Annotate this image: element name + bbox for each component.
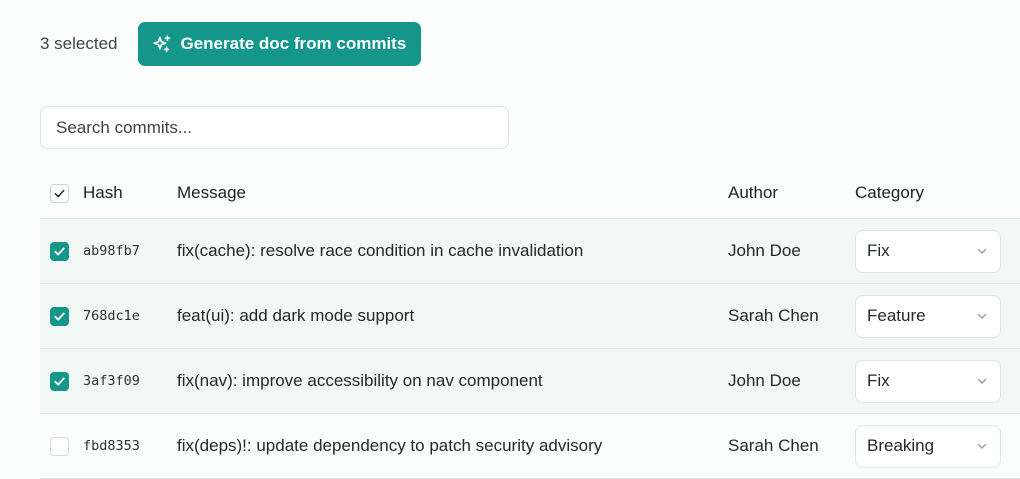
chevron-down-icon <box>977 443 987 449</box>
check-icon <box>54 189 65 197</box>
search-input[interactable] <box>40 106 509 149</box>
row-checkbox[interactable] <box>50 306 69 326</box>
commit-author: Sarah Chen <box>728 306 819 325</box>
sparkles-icon <box>152 34 172 54</box>
commit-hash: fbd8353 <box>83 438 140 454</box>
category-select[interactable]: Feature <box>855 294 1001 338</box>
row-checkbox[interactable] <box>50 436 69 456</box>
generate-doc-button[interactable]: Generate doc from commits <box>137 22 422 66</box>
category-select[interactable]: Fix <box>855 359 1001 403</box>
search-container <box>40 106 509 149</box>
table-row[interactable]: 768dc1e feat(ui): add dark mode support … <box>40 284 1020 349</box>
column-header-hash[interactable]: Hash <box>83 183 123 203</box>
row-checkbox[interactable] <box>50 241 69 261</box>
table-row[interactable]: ab98fb7 fix(cache): resolve race conditi… <box>40 219 1020 284</box>
category-value: Breaking <box>867 436 935 455</box>
column-header-author[interactable]: Author <box>728 183 778 203</box>
generate-doc-label: Generate doc from commits <box>180 34 407 53</box>
column-header-message[interactable]: Message <box>177 183 246 203</box>
chevron-down-icon <box>977 248 987 254</box>
chevron-down-icon <box>977 378 987 384</box>
commits-table: Hash Message Author Category ab98fb7 fix… <box>40 168 1020 479</box>
chevron-down-icon <box>977 313 987 319</box>
commit-message: fix(deps)!: update dependency to patch s… <box>177 436 603 455</box>
commit-message: fix(cache): resolve race condition in ca… <box>177 241 584 260</box>
check-icon <box>54 247 65 255</box>
commit-hash: 3af3f09 <box>83 373 140 389</box>
category-value: Feature <box>867 306 926 325</box>
table-header: Hash Message Author Category <box>40 168 1020 219</box>
commit-author: John Doe <box>728 371 801 390</box>
table-row[interactable]: fbd8353 fix(deps)!: update dependency to… <box>40 414 1020 479</box>
check-icon <box>54 312 65 320</box>
check-icon <box>54 377 65 385</box>
category-select[interactable]: Fix <box>855 229 1001 273</box>
column-header-category[interactable]: Category <box>855 183 924 203</box>
category-value: Fix <box>867 371 890 390</box>
commit-author: Sarah Chen <box>728 436 819 455</box>
commit-message: feat(ui): add dark mode support <box>177 306 415 325</box>
commit-hash: ab98fb7 <box>83 243 140 259</box>
row-checkbox[interactable] <box>50 371 69 391</box>
select-all-checkbox[interactable] <box>50 183 69 203</box>
table-row[interactable]: 3af3f09 fix(nav): improve accessibility … <box>40 349 1020 414</box>
selected-count: 3 selected <box>40 34 118 53</box>
commit-message: fix(nav): improve accessibility on nav c… <box>177 371 543 390</box>
commit-author: John Doe <box>728 241 801 260</box>
toolbar: 3 selected Generate doc from commits <box>40 22 422 66</box>
category-select[interactable]: Breaking <box>855 424 1001 468</box>
commit-hash: 768dc1e <box>83 308 140 324</box>
category-value: Fix <box>867 241 890 260</box>
